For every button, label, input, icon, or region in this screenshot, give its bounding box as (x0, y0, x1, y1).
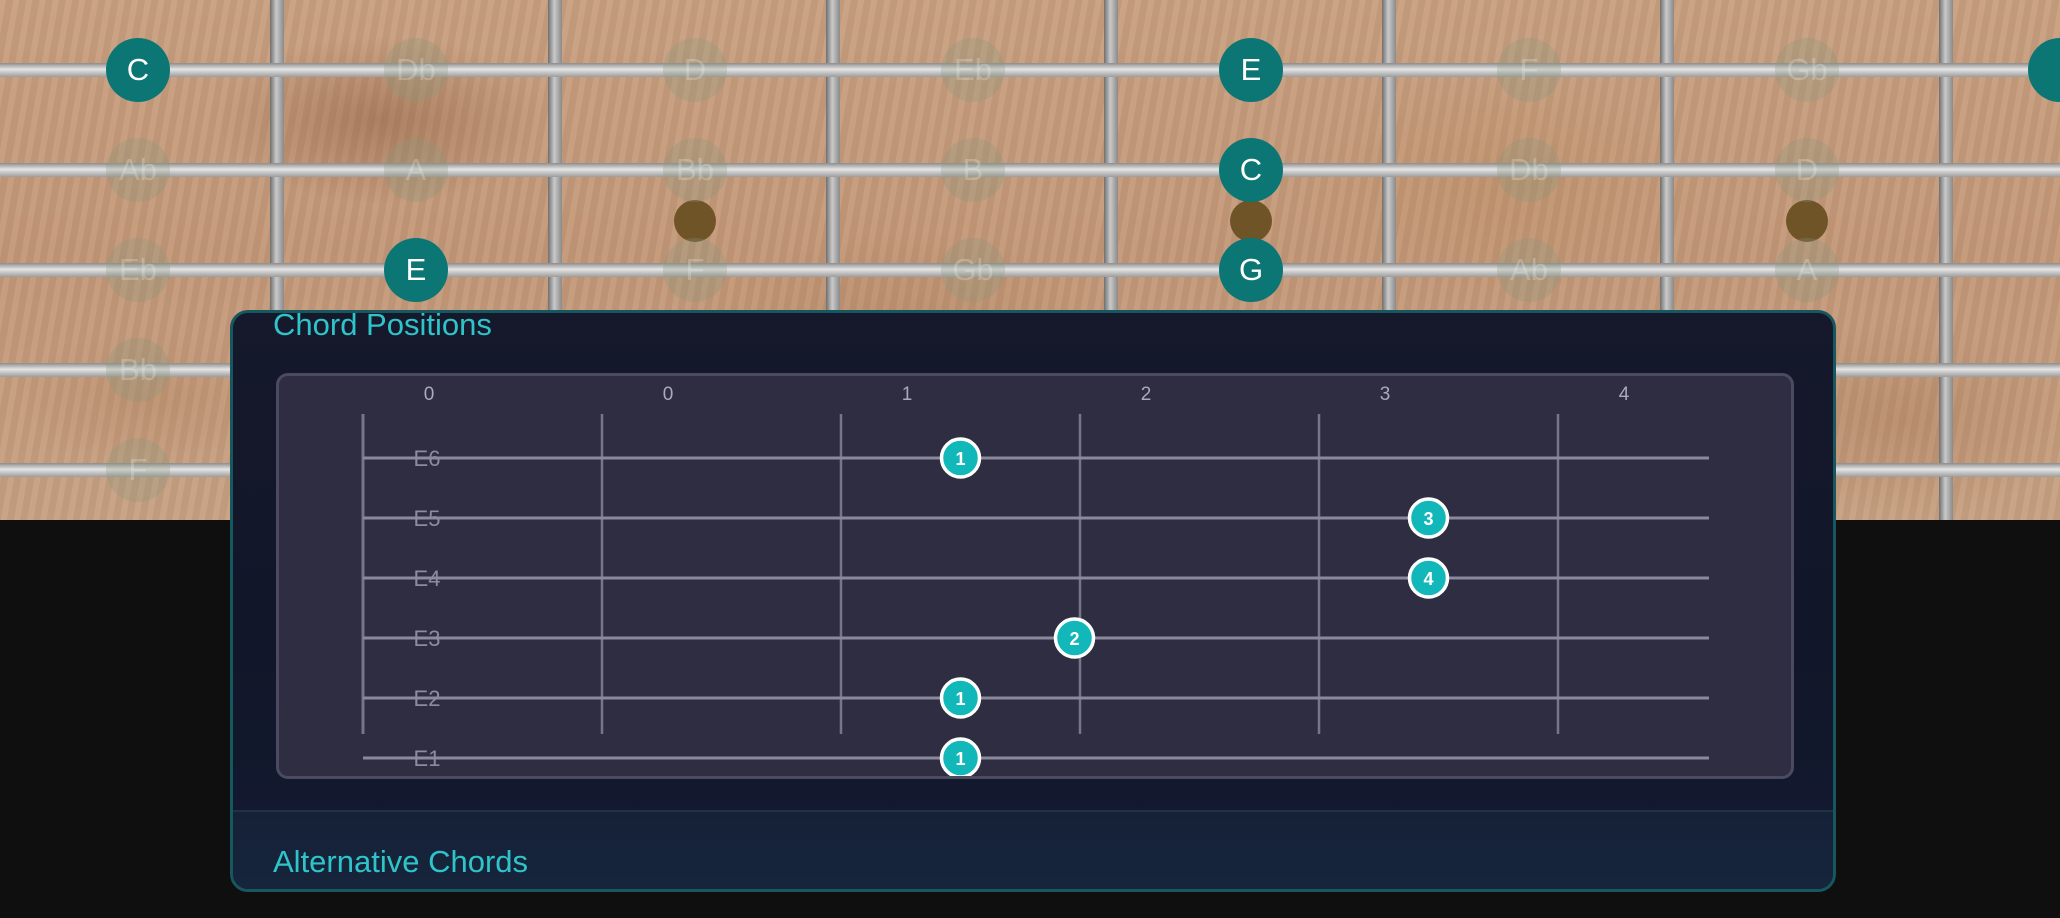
chord-diagram-svg: 0 0 1 2 3 4 E6 E5 E4 E3 E2 E1 1 3 4 2 1 1 (361, 384, 1709, 776)
fretboard-note[interactable]: A (1775, 238, 1839, 302)
guitar-string (0, 163, 2060, 177)
guitar-string (0, 63, 2060, 77)
finger-dot[interactable]: 2 (1053, 617, 1096, 659)
finger-number: 1 (955, 749, 965, 769)
fret-number-label: 1 (902, 384, 913, 405)
finger-dot[interactable]: 1 (939, 737, 982, 776)
fretboard-note[interactable]: Eb (941, 38, 1005, 102)
fretboard-note[interactable]: F (106, 438, 170, 502)
fretboard-note[interactable]: C (1219, 138, 1283, 202)
fretboard-note[interactable]: D (1775, 138, 1839, 202)
guitar-string (0, 263, 2060, 277)
fretboard-note[interactable]: F (1497, 38, 1561, 102)
fret-number-label: 0 (424, 384, 435, 405)
fretboard-note[interactable]: F (663, 238, 727, 302)
chord-positions-title: Chord Positions (273, 310, 492, 342)
finger-number: 3 (1423, 509, 1433, 529)
finger-dot[interactable]: 3 (1407, 497, 1450, 539)
fretboard-note[interactable]: E (1219, 38, 1283, 102)
fretboard-note[interactable]: G (1219, 238, 1283, 302)
finger-number: 1 (955, 689, 965, 709)
string-name-label: E6 (414, 446, 441, 471)
fret-inlay-marker (1786, 200, 1828, 242)
fret-wire (1939, 0, 1953, 520)
fretboard-note[interactable]: E (384, 238, 448, 302)
fret-number-label: 0 (663, 384, 674, 405)
finger-dot[interactable]: 1 (939, 677, 982, 719)
fret-inlay-marker (1230, 200, 1272, 242)
fretboard-note[interactable]: Gb (941, 238, 1005, 302)
string-name-label: E4 (414, 566, 441, 591)
fretboard-note[interactable]: D (663, 38, 727, 102)
chord-diagram: 0 0 1 2 3 4 E6 E5 E4 E3 E2 E1 1 3 4 2 1 1 (276, 373, 1794, 779)
fretboard-note[interactable] (2028, 38, 2060, 102)
fretboard-note[interactable]: Db (1497, 138, 1561, 202)
fretboard-note[interactable]: Ab (106, 138, 170, 202)
string-name-label: E3 (414, 626, 441, 651)
finger-dot[interactable]: 1 (939, 437, 982, 479)
fret-number-label: 2 (1141, 384, 1152, 405)
fretboard-note[interactable]: B (941, 138, 1005, 202)
alternative-chords-section[interactable]: Alternative Chords (233, 810, 1833, 889)
string-name-label: E5 (414, 506, 441, 531)
fret-inlay-marker (674, 200, 716, 242)
string-name-label: E1 (414, 746, 441, 771)
alternative-chords-title: Alternative Chords (273, 844, 529, 879)
fretboard-note[interactable]: C (106, 38, 170, 102)
string-name-label: E2 (414, 686, 441, 711)
fretboard-note[interactable]: A (384, 138, 448, 202)
fretboard-note[interactable]: Bb (106, 338, 170, 402)
fretboard-note[interactable]: Bb (663, 138, 727, 202)
finger-number: 1 (955, 449, 965, 469)
finger-dot[interactable]: 4 (1407, 557, 1450, 599)
fretboard-note[interactable]: Gb (1775, 38, 1839, 102)
finger-number: 2 (1069, 629, 1079, 649)
fretboard-note[interactable]: Db (384, 38, 448, 102)
fret-number-label: 4 (1619, 384, 1630, 405)
finger-number: 4 (1423, 569, 1433, 589)
fret-number-label: 3 (1380, 384, 1391, 405)
chord-panel: Chord Positions 0 0 1 2 3 4 E6 E5 E4 E3 E2 E1 1 3 4 2 1 1… (230, 310, 1836, 892)
fretboard-note[interactable]: Ab (1497, 238, 1561, 302)
fretboard-note[interactable]: Eb (106, 238, 170, 302)
